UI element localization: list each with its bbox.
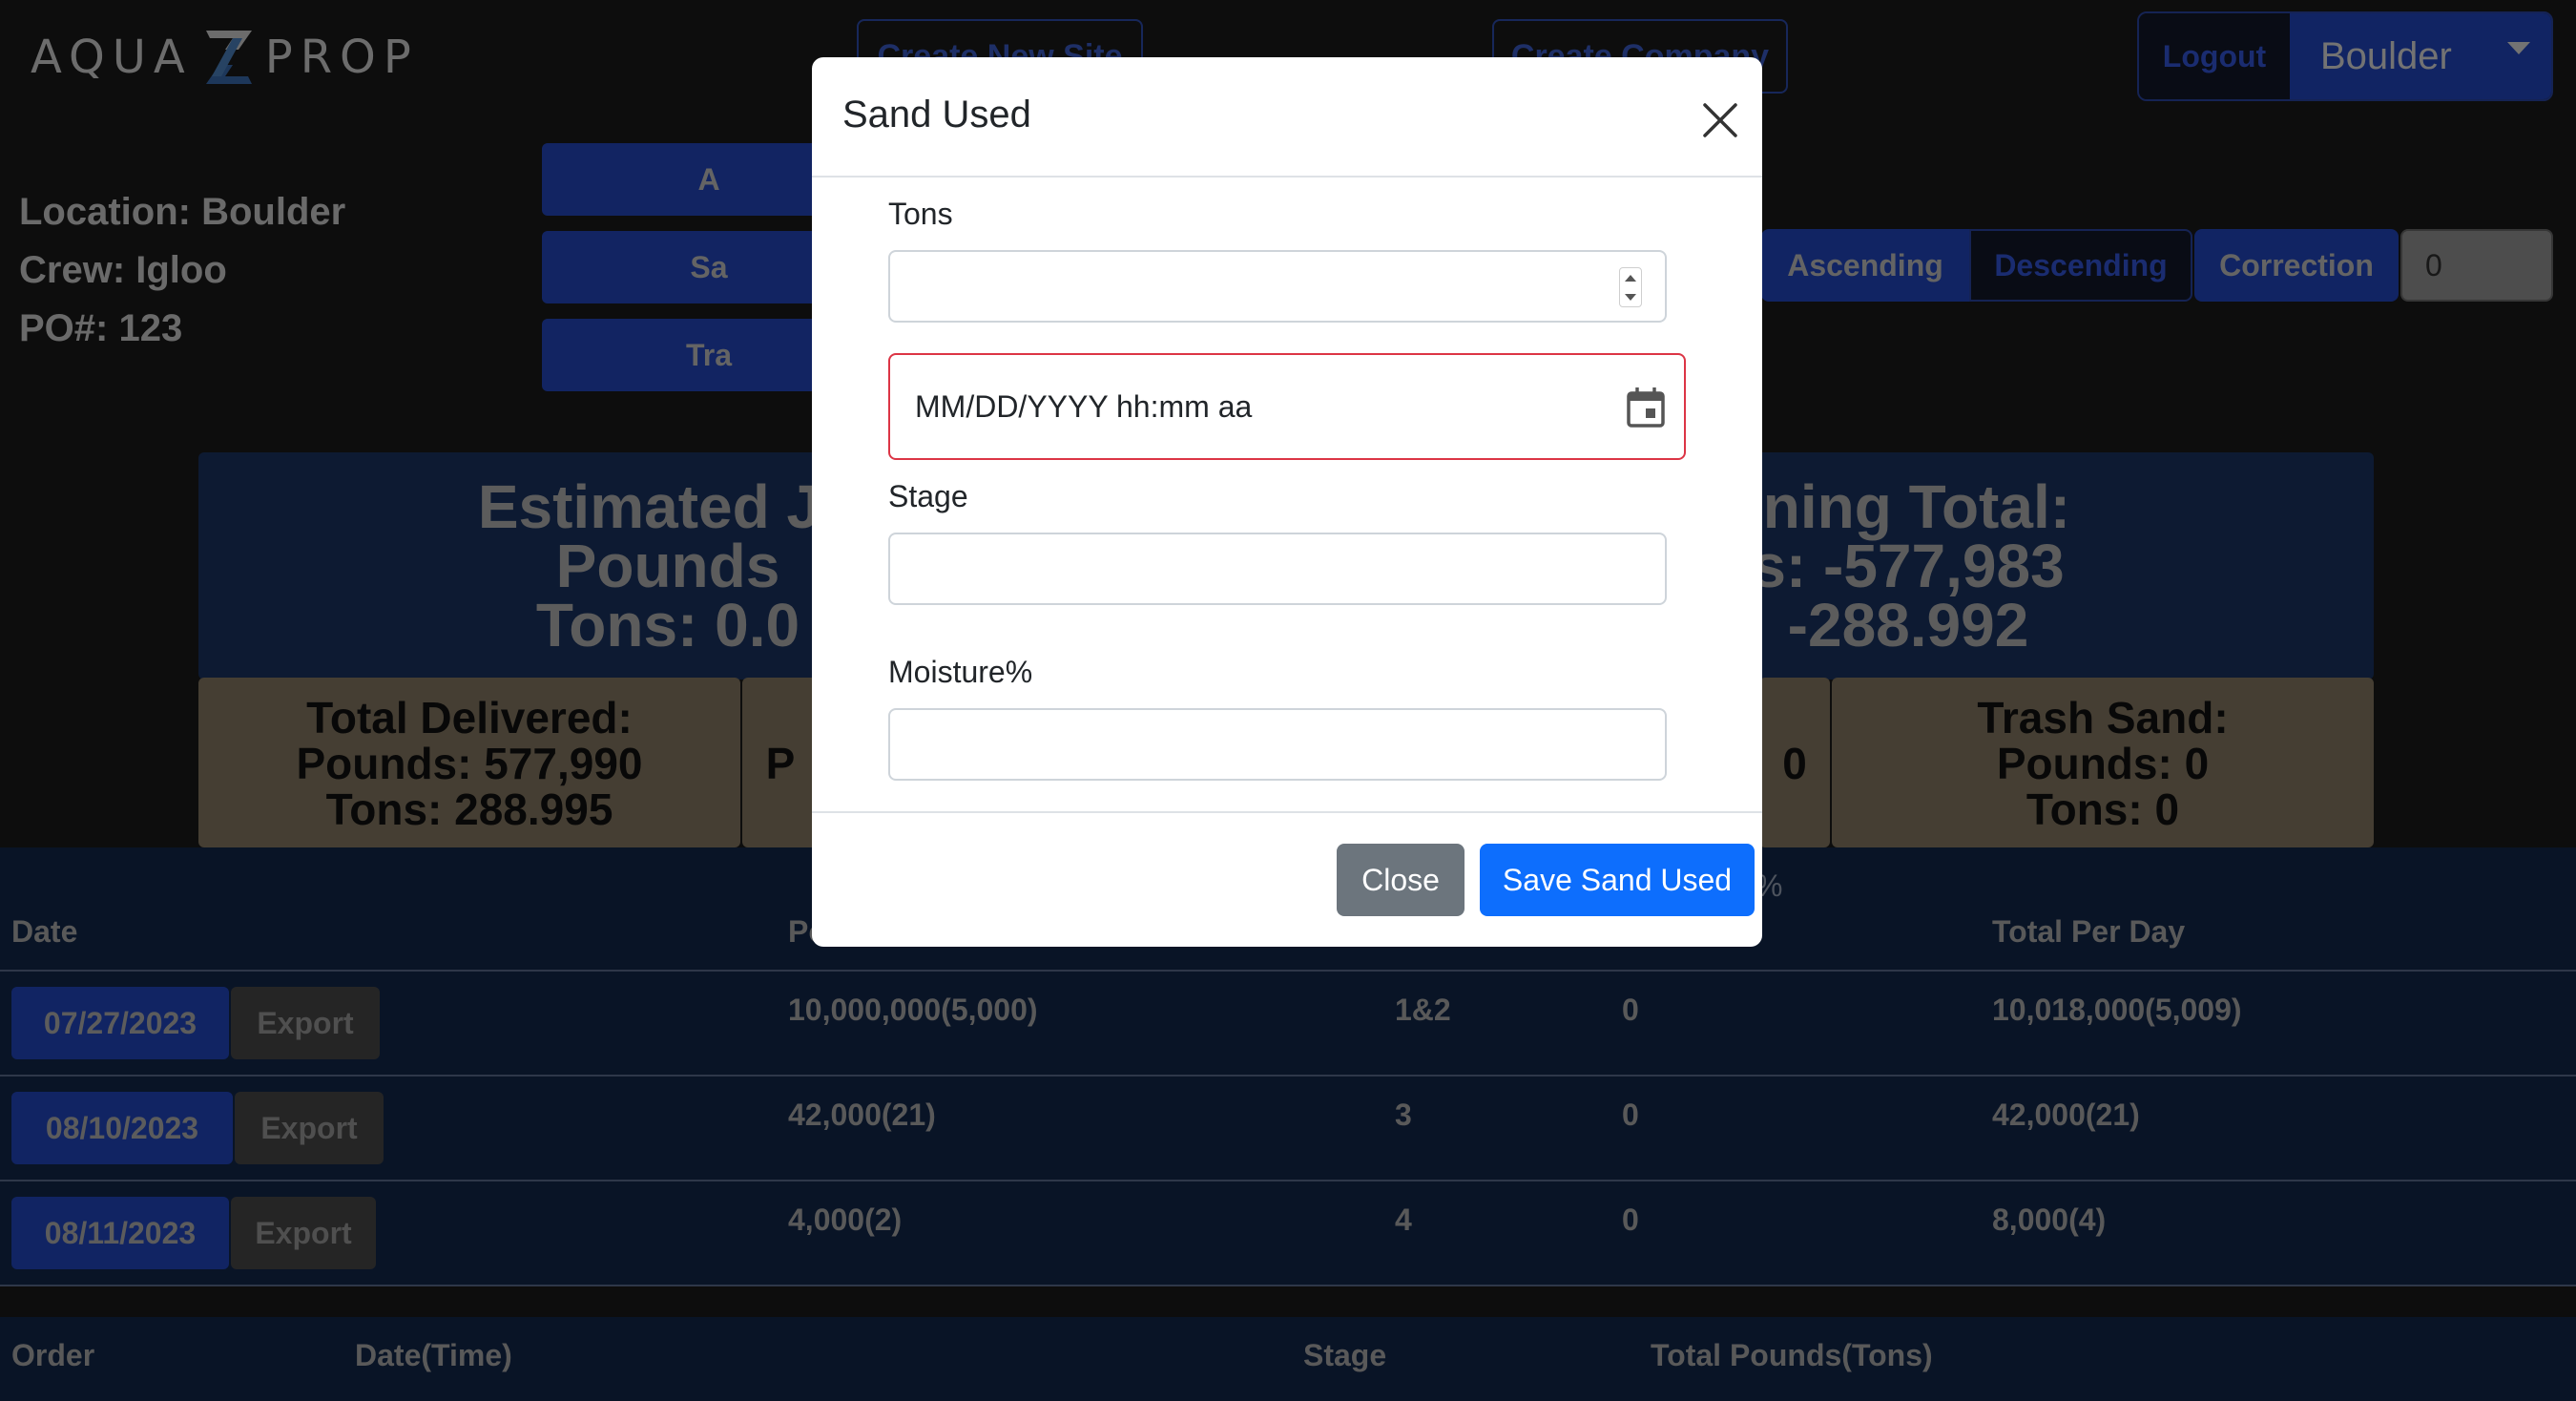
close-button[interactable]: Close [1337,844,1465,916]
calendar-icon[interactable] [1625,386,1667,429]
tons-stepper[interactable] [1619,267,1642,307]
modal-footer-divider [812,811,1762,813]
tons-input[interactable] [888,250,1667,323]
tons-label: Tons [888,197,953,231]
moisture-input[interactable] [888,708,1667,781]
stage-input[interactable] [888,533,1667,605]
stage-label: Stage [888,479,968,513]
date-time-placeholder: MM/DD/YYYY hh:mm aa [915,389,1253,424]
modal-title: Sand Used [842,94,1031,136]
sand-used-modal: Sand Used Tons MM/DD/YYYY hh:mm aa Stage… [812,57,1762,947]
date-time-input[interactable]: MM/DD/YYYY hh:mm aa [888,353,1686,460]
stepper-up-icon[interactable] [1625,274,1636,282]
stepper-down-icon[interactable] [1625,293,1636,301]
close-icon[interactable] [1695,95,1745,145]
modal-header-divider [812,176,1762,178]
moisture-label: Moisture% [888,655,1033,689]
save-sand-used-button[interactable]: Save Sand Used [1480,844,1755,916]
